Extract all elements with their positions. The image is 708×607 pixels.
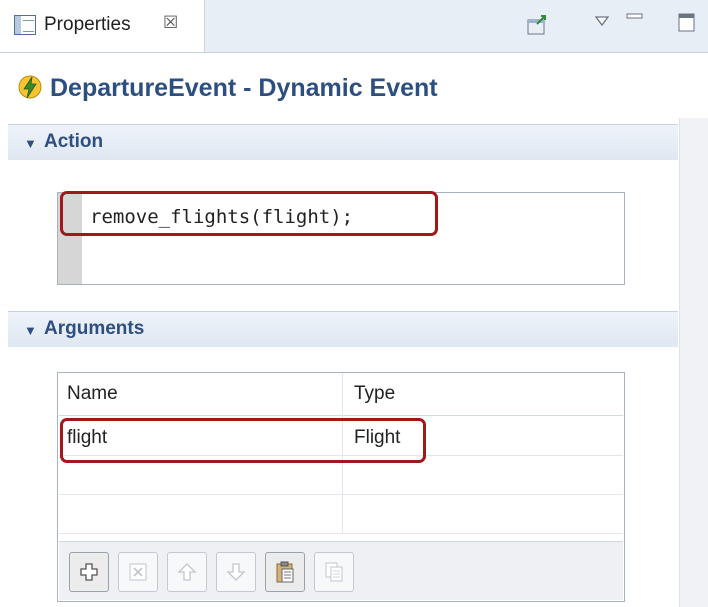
lightning-event-icon	[18, 75, 42, 99]
arguments-section-label: Arguments	[44, 318, 145, 339]
plus-icon	[80, 563, 98, 581]
pin-icon[interactable]	[527, 14, 549, 36]
paste-button[interactable]	[265, 552, 305, 592]
delete-icon	[129, 563, 147, 581]
header-divider	[59, 415, 623, 416]
page-title: DepartureEvent - Dynamic Event	[50, 74, 438, 102]
view-tab-bar: Properties ☒	[0, 0, 708, 53]
chevron-down-icon: ▼	[24, 323, 37, 338]
chevron-down-icon: ▼	[24, 136, 37, 151]
close-tab-icon[interactable]: ☒	[163, 13, 178, 33]
properties-tab[interactable]: Properties ☒	[0, 0, 205, 52]
properties-view-icon	[14, 15, 36, 35]
row-divider	[59, 533, 623, 534]
arrow-up-icon	[177, 563, 197, 581]
arguments-section-header[interactable]: ▼ Arguments	[8, 311, 678, 347]
argument-toolbar	[59, 541, 623, 600]
view-menu-icon[interactable]	[594, 15, 610, 27]
argument-row-highlight-box	[60, 418, 426, 463]
code-highlight-box	[60, 191, 438, 236]
maximize-icon[interactable]	[678, 13, 696, 33]
column-header-type[interactable]: Type	[354, 373, 614, 415]
tab-label: Properties	[44, 14, 131, 35]
vertical-scrollbar[interactable]	[679, 118, 708, 607]
remove-argument-button[interactable]	[118, 552, 158, 592]
add-argument-button[interactable]	[69, 552, 109, 592]
arguments-table: Name Type flight Flight	[57, 372, 625, 602]
arrow-down-icon	[226, 563, 246, 581]
move-down-button[interactable]	[216, 552, 256, 592]
move-up-button[interactable]	[167, 552, 207, 592]
column-header-name[interactable]: Name	[67, 373, 337, 415]
copy-icon	[325, 562, 343, 582]
copy-button[interactable]	[314, 552, 354, 592]
minimize-icon[interactable]	[626, 12, 644, 22]
paste-icon	[276, 561, 294, 583]
action-section-label: Action	[44, 131, 104, 152]
action-section-header[interactable]: ▼ Action	[8, 124, 678, 160]
row-divider	[59, 494, 623, 495]
